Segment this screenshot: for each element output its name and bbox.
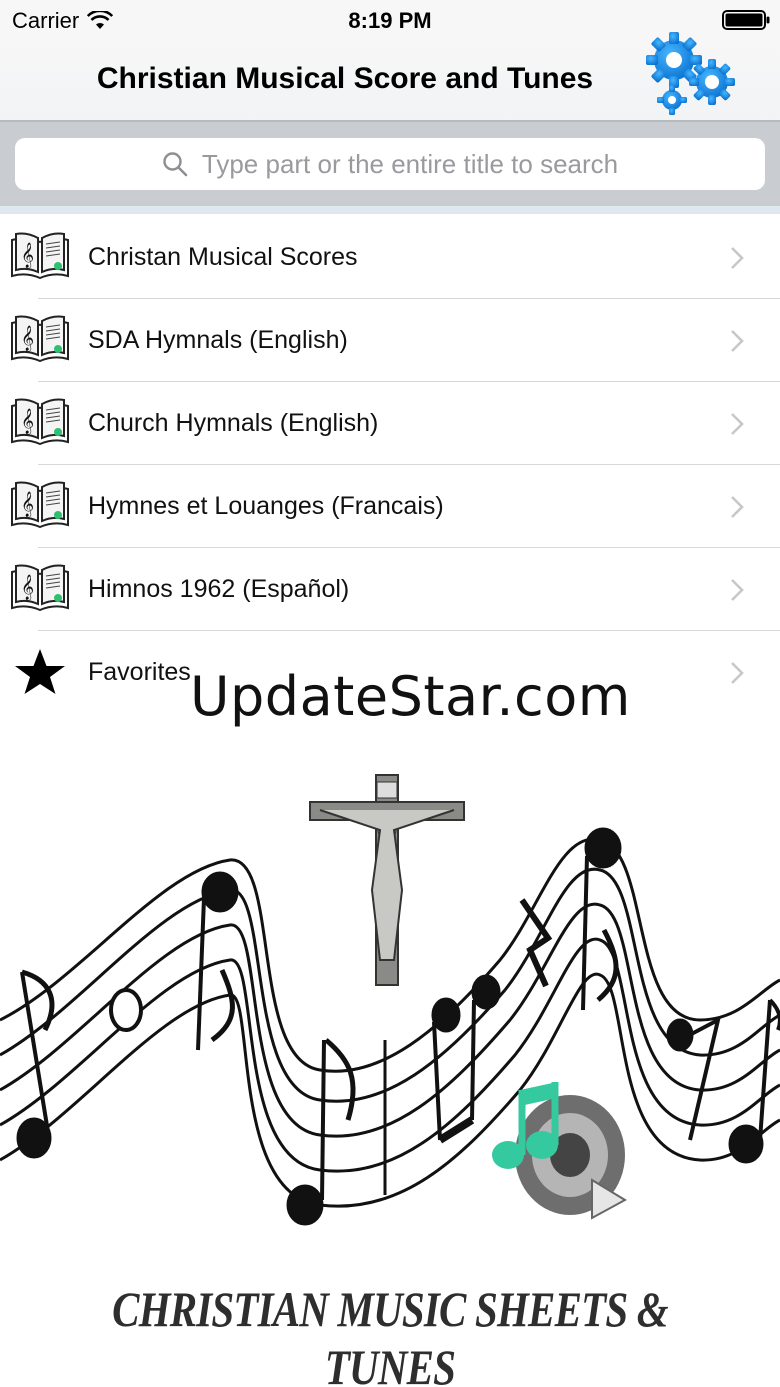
menu-list: 𝄞 Christan Musical Scores 𝄞 SDA Hymnals … [0,216,780,714]
svg-text:𝄞: 𝄞 [21,574,34,600]
list-item-label: Church Hymnals (English) [88,409,379,437]
battery-icon [722,10,770,30]
list-item-sda-hymnals[interactable]: 𝄞 SDA Hymnals (English) [0,299,780,382]
list-item-hymnes-et-louanges[interactable]: 𝄞 Hymnes et Louanges (Francais) [0,465,780,548]
list-item-label: Hymnes et Louanges (Francais) [88,492,444,520]
chevron-right-icon [731,329,744,352]
nav-bar: Christian Musical Score and Tunes [0,32,780,120]
list-item-label: SDA Hymnals (English) [88,326,348,354]
watermark: UpdateStar.com [190,665,631,728]
list-item-church-hymnals[interactable]: 𝄞 Church Hymnals (English) [0,382,780,465]
page-title: Christian Musical Score and Tunes [96,62,594,95]
crucifix-image [309,774,465,986]
search-input[interactable]: Type part or the entire title to search [15,138,765,190]
music-book-icon: 𝄞 [11,398,69,446]
list-item-christan-musical-scores[interactable]: 𝄞 Christan Musical Scores [0,216,780,299]
chevron-right-icon [731,578,744,601]
music-player-icon [492,1082,628,1220]
music-book-icon: 𝄞 [11,232,69,280]
list-item-label: Christan Musical Scores [88,243,358,271]
search-bar: Type part or the entire title to search [0,120,780,214]
list-item-himnos-1962[interactable]: 𝄞 Himnos 1962 (Español) [0,548,780,631]
music-book-icon: 𝄞 [11,481,69,529]
star-icon [15,649,65,694]
music-book-icon: 𝄞 [11,315,69,363]
search-placeholder: Type part or the entire title to search [201,148,619,179]
chevron-right-icon [731,246,744,269]
music-book-icon: 𝄞 [11,564,69,612]
search-icon [163,152,188,177]
svg-text:𝄞: 𝄞 [21,325,34,351]
chevron-right-icon [731,412,744,435]
gears-icon[interactable] [640,30,744,116]
music-staff-artwork [0,774,780,1226]
list-item-label: Himnos 1962 (Español) [88,575,350,603]
svg-text:𝄞: 𝄞 [21,491,34,517]
svg-text:𝄞: 𝄞 [21,242,34,268]
svg-text:𝄞: 𝄞 [21,408,34,434]
chevron-right-icon [731,661,744,684]
list-item-label: Favorites [88,658,191,686]
chevron-right-icon [731,495,744,518]
footer-banner: CHRISTIAN MUSIC SHEETS & TUNES [112,1281,668,1387]
